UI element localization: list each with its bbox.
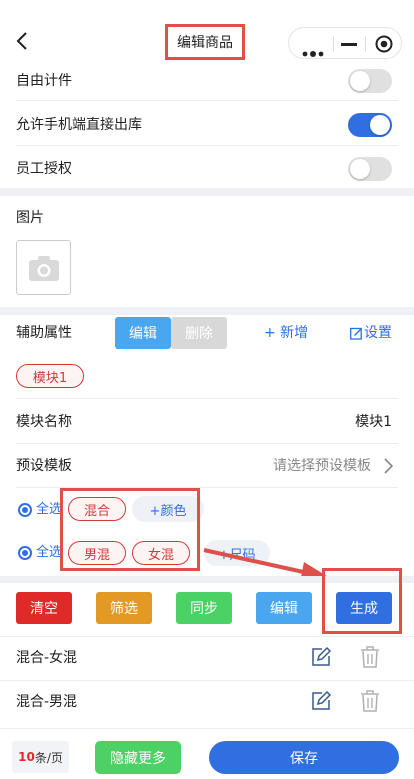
section-separator bbox=[0, 188, 414, 196]
module-name-label: 模块名称 bbox=[16, 414, 72, 430]
edit-button[interactable]: 编辑 bbox=[256, 592, 312, 624]
toggle-label-mobile-outbound: 允许手机端直接出库 bbox=[16, 117, 142, 133]
hide-more-button[interactable]: 隐藏更多 bbox=[95, 741, 181, 774]
divider bbox=[16, 100, 398, 101]
sku-row-name: 混合-男混 bbox=[16, 694, 78, 710]
capsule-divider bbox=[333, 36, 334, 52]
annotation-box-generate bbox=[322, 568, 402, 634]
capsule-divider bbox=[365, 36, 366, 52]
image-upload-box[interactable] bbox=[16, 240, 71, 295]
aux-add-link[interactable]: + 新增 bbox=[264, 322, 308, 344]
image-section-label: 图片 bbox=[16, 210, 44, 226]
edit-pen-icon[interactable] bbox=[310, 646, 332, 668]
filter-button[interactable]: 筛选 bbox=[96, 592, 152, 624]
toggle-label-free-count: 自由计件 bbox=[16, 73, 72, 89]
module-chip[interactable]: 模块1 bbox=[16, 364, 84, 388]
chevron-right-icon[interactable] bbox=[382, 457, 394, 475]
aux-delete-button[interactable]: 删除 bbox=[171, 317, 227, 349]
clear-button[interactable]: 清空 bbox=[16, 592, 72, 624]
toggle-label-staff-auth: 员工授权 bbox=[16, 161, 72, 177]
annotation-box-title bbox=[165, 24, 245, 60]
settings-edit-icon[interactable] bbox=[350, 325, 363, 340]
toggle-mobile-outbound[interactable] bbox=[348, 113, 392, 137]
divider bbox=[0, 680, 414, 681]
sku-row-name: 混合-女混 bbox=[16, 650, 78, 666]
toggle-staff-auth[interactable] bbox=[348, 157, 392, 181]
aux-edit-button[interactable]: 编辑 bbox=[115, 317, 171, 349]
select-all-radio[interactable] bbox=[18, 503, 32, 517]
close-target-icon[interactable] bbox=[375, 35, 393, 53]
trash-icon[interactable] bbox=[360, 645, 380, 669]
select-all-label[interactable]: 全选 bbox=[36, 543, 62, 563]
divider bbox=[16, 443, 398, 444]
toggle-free-count[interactable] bbox=[348, 69, 392, 93]
divider bbox=[0, 636, 414, 637]
module-name-value[interactable]: 模块1 bbox=[355, 411, 392, 433]
select-all-radio[interactable] bbox=[18, 546, 32, 560]
section-separator bbox=[0, 307, 414, 315]
minimize-icon[interactable] bbox=[341, 43, 357, 46]
trash-icon[interactable] bbox=[360, 689, 380, 713]
divider bbox=[16, 145, 398, 146]
aux-attr-label: 辅助属性 bbox=[16, 325, 72, 341]
preset-template-label: 预设模板 bbox=[16, 458, 72, 474]
page-size-selector[interactable]: 10 条/页 bbox=[12, 741, 69, 773]
aux-settings-link[interactable]: 设置 bbox=[364, 322, 392, 344]
save-button[interactable]: 保存 bbox=[209, 741, 399, 774]
capsule-menu[interactable] bbox=[288, 27, 402, 59]
sync-button[interactable]: 同步 bbox=[176, 592, 232, 624]
page-size-unit: 条/页 bbox=[34, 750, 63, 765]
annotation-box-chips bbox=[60, 488, 200, 571]
camera-icon bbox=[28, 254, 60, 282]
page-size-count: 10 bbox=[18, 750, 35, 764]
preset-template-select[interactable]: 请选择预设模板 bbox=[273, 455, 371, 477]
edit-pen-icon[interactable] bbox=[310, 690, 332, 712]
more-dots-icon[interactable] bbox=[301, 42, 325, 57]
select-all-label[interactable]: 全选 bbox=[36, 500, 62, 520]
divider bbox=[16, 398, 398, 399]
back-icon[interactable] bbox=[12, 30, 34, 52]
